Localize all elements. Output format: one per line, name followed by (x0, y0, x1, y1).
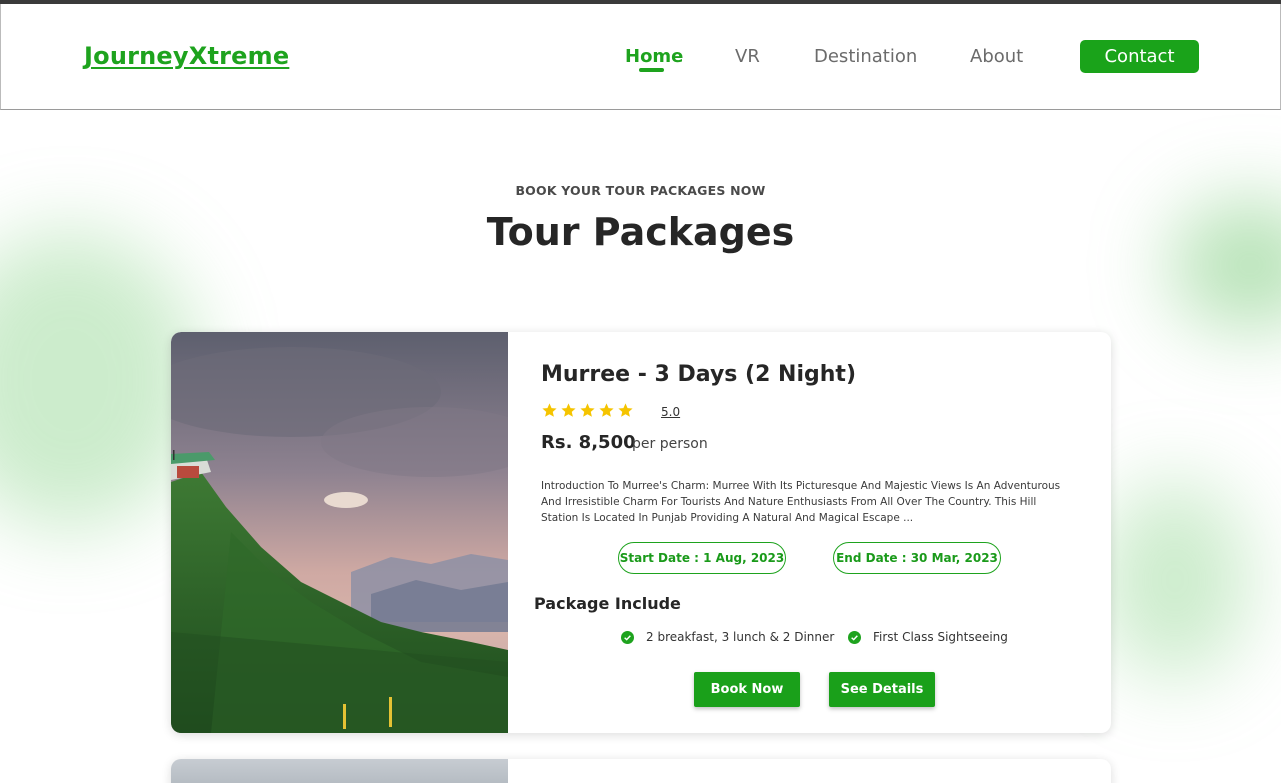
decorative-green-glow-right-bottom (1100, 480, 1250, 680)
rating-value-link[interactable]: 5.0 (661, 405, 680, 419)
decorative-green-glow-left (0, 230, 200, 530)
end-date-badge: End Date : 30 Mar, 2023 (833, 542, 1001, 574)
package-title[interactable]: Murree - 3 Days (2 Night) (541, 362, 856, 387)
see-details-button[interactable]: See Details (829, 672, 935, 707)
star-icon (618, 403, 633, 417)
package-image (171, 332, 508, 733)
site-header: JourneyXtreme Home VR Destination About … (0, 4, 1281, 110)
nav-home[interactable]: Home (625, 46, 683, 67)
book-now-button[interactable]: Book Now (694, 672, 800, 707)
include-item-label: First Class Sightseeing (873, 630, 1008, 644)
tour-package-card: Murree - 3 Days (2 Night) 5.0 Rs. 8,500 … (171, 332, 1111, 733)
package-price: Rs. 8,500 (541, 432, 636, 453)
site-logo[interactable]: JourneyXtreme (84, 42, 289, 70)
page-title: Tour Packages (486, 210, 795, 254)
star-icon (561, 403, 576, 417)
check-circle-icon (848, 630, 861, 644)
package-image-partial (171, 759, 508, 783)
package-description: Introduction To Murree's Charm: Murree W… (541, 480, 1061, 524)
price-unit: per person (632, 436, 708, 452)
start-date-badge: Start Date : 1 Aug, 2023 (618, 542, 786, 574)
nav-about[interactable]: About (970, 46, 1023, 67)
tour-package-card-partial (171, 759, 1111, 783)
include-item-label: 2 breakfast, 3 lunch & 2 Dinner (646, 630, 835, 644)
nav-destination[interactable]: Destination (814, 46, 917, 67)
star-icon (599, 403, 614, 417)
check-circle-icon (621, 630, 634, 644)
active-nav-indicator (639, 68, 664, 72)
star-icon (542, 403, 557, 417)
murree-landscape-illustration (171, 332, 508, 733)
star-icon (580, 403, 595, 417)
nav-vr[interactable]: VR (735, 46, 760, 67)
include-item: First Class Sightseeing (848, 630, 1008, 644)
package-include-heading: Package Include (534, 594, 681, 613)
rating-stars (541, 402, 634, 419)
include-item: 2 breakfast, 3 lunch & 2 Dinner (621, 630, 834, 644)
contact-button[interactable]: Contact (1080, 40, 1199, 73)
section-eyebrow: BOOK YOUR TOUR PACKAGES NOW (515, 183, 766, 198)
